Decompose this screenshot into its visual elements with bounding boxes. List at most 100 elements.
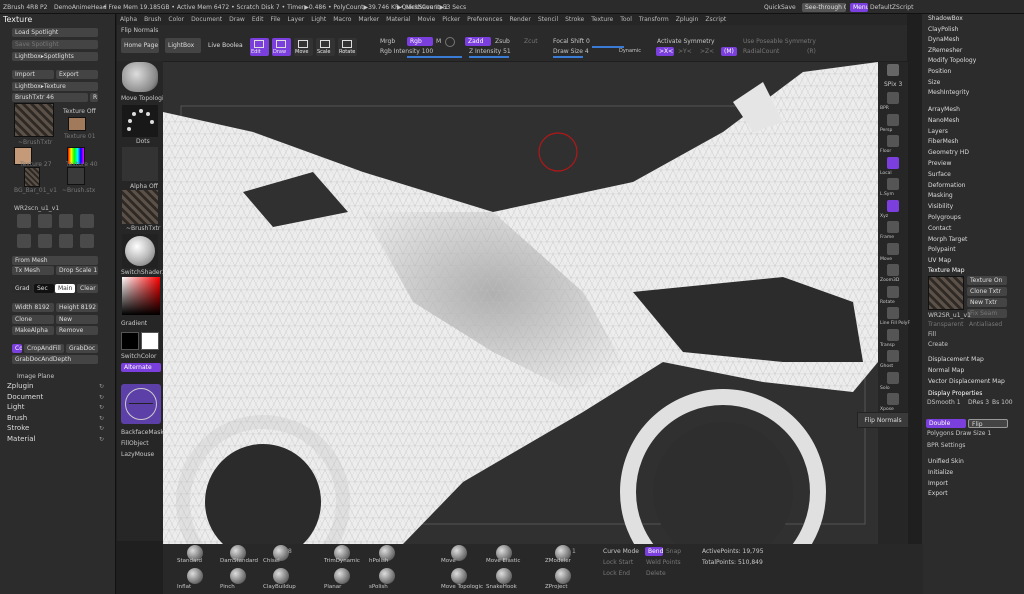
section-stroke[interactable]: Stroke [7,424,29,433]
frame-icon[interactable] [887,221,899,233]
tool-menu-polygroups[interactable]: Polygroups [928,213,961,222]
tool-move-button[interactable]: Move [294,38,313,56]
tool-menu-vector-displacement-map[interactable]: Vector Displacement Map [928,377,1005,386]
default-zscript[interactable]: DefaultZScript [870,3,913,12]
menu-draw[interactable]: Draw [229,14,245,25]
tx-mesh-button[interactable]: Tx Mesh [12,266,54,275]
from-mesh-button[interactable]: From Mesh [12,256,98,265]
dsmooth-slider[interactable]: DSmooth 1 [927,398,961,407]
tool-menu-position[interactable]: Position [928,67,951,76]
persp-icon[interactable] [887,113,899,126]
move-topologic-brush-icon[interactable] [122,62,158,92]
color-picker-square[interactable] [122,277,160,315]
texture-on-toggle[interactable]: Texture On [967,276,1007,285]
menu-light[interactable]: Light [311,14,326,25]
makealpha-button[interactable]: MakeAlpha [12,326,54,335]
grabdocanddepth-button[interactable]: GrabDocAndDepth [12,355,98,364]
zsub-label[interactable]: Zsub [495,37,510,46]
tool-menu-initialize[interactable]: Initialize [928,468,953,477]
fix-seam-button[interactable]: Fix Seam [967,309,1007,318]
zoom3d-icon[interactable] [887,264,899,276]
3d-viewport-canvas[interactable] [163,62,878,544]
menus-toggle[interactable]: Menus [850,3,868,12]
remove-button[interactable]: Remove [56,326,98,335]
bend-toggle[interactable]: Bend [645,547,663,556]
tool-menu-displacement-map[interactable]: Displacement Map [928,355,984,364]
lazymouse-button[interactable]: LazyMouse [121,450,154,459]
tool-scale-button[interactable]: Scale [316,38,335,56]
move-icon[interactable] [887,242,899,255]
sec-color-swatch[interactable]: Sec [34,284,54,293]
import-button[interactable]: Import [12,70,54,79]
texture-icon[interactable] [122,190,158,224]
menu-render[interactable]: Render [509,14,530,25]
focal-shift-slider[interactable]: Focal Shift 0 [553,37,590,46]
tool-menu-modify-topology[interactable]: Modify Topology [928,56,976,65]
flip-button[interactable]: Flip [968,419,1008,428]
menu-color[interactable]: Color [168,14,184,25]
tool-menu-claypolish[interactable]: ClayPolish [928,25,958,34]
inverse-icon[interactable] [80,214,94,228]
brush-planar-icon[interactable] [334,568,350,584]
draw-size-slider[interactable]: Draw Size 4 [553,47,589,56]
alternate-toggle[interactable]: Alternate [121,363,161,372]
tool-menu-import[interactable]: Import [928,479,948,488]
z-intensity-slider[interactable]: Z Intensity 51 [469,47,511,56]
transparent-toggle[interactable]: Transparent [928,320,964,329]
solo-icon[interactable] [887,371,899,384]
grad-button[interactable]: Grad [12,284,32,293]
brush-inflat-icon[interactable] [187,568,203,584]
delete-button[interactable]: Delete [646,569,666,578]
tool-menu-size[interactable]: Size [928,78,940,87]
bpr-render-icon[interactable] [887,64,899,76]
line-fill-polyf-icon[interactable] [887,307,899,319]
export-button[interactable]: Export [56,70,98,79]
brush-stx-thumbnail[interactable] [67,167,85,185]
weld-points-button[interactable]: Weld Points [646,558,681,567]
section-material-pin-icon[interactable]: ↻ [99,435,104,444]
save-spotlight-button[interactable]: Save Spotlight [12,40,98,49]
home-page-button[interactable]: Home Page [121,38,159,53]
tool-menu-arraymesh[interactable]: ArrayMesh [928,105,960,114]
tool-menu-deformation[interactable]: Deformation [928,181,965,190]
section-zplugin[interactable]: Zplugin [7,382,33,391]
bpr-icon[interactable] [887,92,899,104]
menu-layer[interactable]: Layer [288,14,305,25]
section-zplugin-pin-icon[interactable]: ↻ [99,382,104,391]
fillobject-button[interactable]: FillObject [121,439,149,448]
tool-menu-contact[interactable]: Contact [928,224,951,233]
brush-spolish-icon[interactable] [379,568,395,584]
image-plane-label[interactable]: Image Plane [17,372,54,381]
brush-claybuildup-icon[interactable] [273,568,289,584]
radial-r-toggle[interactable]: (R) [807,47,816,56]
live-boolean-button[interactable]: Live Boolean [205,38,243,53]
rgb-toggle[interactable]: Rgb [407,37,433,46]
menu-transform[interactable]: Transform [639,14,669,25]
lightbox-texture-button[interactable]: Lightbox▸Texture [12,82,98,91]
tool-menu-zremesher[interactable]: ZRemesher [928,46,962,55]
rotate-icon[interactable] [887,285,899,298]
menu-brush[interactable]: Brush [144,14,161,25]
drop-scale-slider[interactable]: Drop Scale 1 [56,266,98,275]
sym-m-toggle[interactable]: (M) [721,47,737,56]
tool-menu-shadowbox[interactable]: ShadowBox [928,14,963,23]
use-poseable-symmetry[interactable]: Use Poseable Symmetry [743,37,816,46]
backface-mask-icon[interactable] [121,384,161,424]
transp-icon[interactable] [887,328,899,341]
tool-menu-morph-target[interactable]: Morph Target [928,235,967,244]
bs-slider[interactable]: Bs 100 [992,398,1013,407]
tool-menu-nanomesh[interactable]: NanoMesh [928,116,959,125]
section-brush-pin-icon[interactable]: ↻ [99,414,104,423]
menu-macro[interactable]: Macro [333,14,351,25]
section-brush[interactable]: Brush [7,414,27,423]
menu-zscript[interactable]: Zscript [705,14,726,25]
primary-color-swatch[interactable] [141,332,159,350]
quicksave-button[interactable]: QuickSave [764,3,796,12]
height-slider[interactable]: Height 8192 [56,303,98,312]
menu-material[interactable]: Material [386,14,410,25]
menu-tool[interactable]: Tool [620,14,632,25]
rgb-intensity-slider[interactable]: Rgb Intensity 100 [380,47,433,56]
double-toggle[interactable]: Double [926,419,966,428]
xyz-icon[interactable] [887,199,899,212]
ghost-icon[interactable] [887,350,899,362]
